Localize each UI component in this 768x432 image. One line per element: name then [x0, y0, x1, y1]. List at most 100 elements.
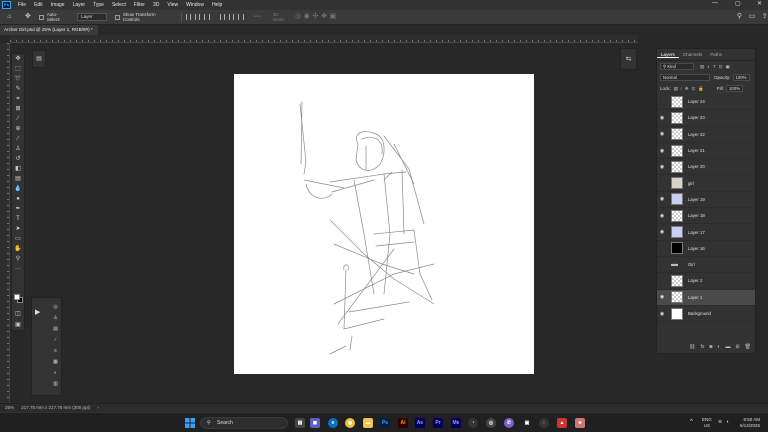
- home-icon[interactable]: ⌂: [6, 13, 13, 21]
- align-left-icon[interactable]: [185, 14, 192, 20]
- play-icon[interactable]: ▶: [35, 308, 40, 316]
- hand-tool-icon[interactable]: ✋: [12, 244, 24, 254]
- layer-row[interactable]: ◉ Layer 17: [657, 224, 755, 241]
- properties-panel-icon[interactable]: ⇆: [620, 48, 637, 70]
- windows-start-icon[interactable]: [185, 418, 195, 428]
- app-icon-7[interactable]: ♣: [575, 418, 585, 428]
- search-icon[interactable]: ⚲: [736, 13, 743, 21]
- layer-row[interactable]: Layer 24: [657, 94, 755, 111]
- more-options-icon[interactable]: ···: [254, 13, 261, 21]
- layer-style-icon[interactable]: fx: [700, 344, 704, 350]
- blur-tool-icon[interactable]: 💧: [12, 184, 24, 194]
- quick-mask-icon[interactable]: ◫: [12, 309, 24, 319]
- auto-select-checkbox[interactable]: [39, 14, 44, 20]
- illustrator-icon[interactable]: Ai: [398, 418, 408, 428]
- move-tool-icon[interactable]: ✥: [25, 13, 32, 21]
- layer-row[interactable]: ◉ Layer 23: [657, 110, 755, 127]
- app-icon-5[interactable]: ◌: [539, 418, 549, 428]
- visibility-eye-icon[interactable]: ◉: [657, 311, 667, 317]
- dodge-tool-icon[interactable]: ●: [12, 194, 24, 204]
- screen-mode-icon[interactable]: ▣: [12, 320, 24, 330]
- libraries-icon[interactable]: ▥: [50, 379, 61, 390]
- maximize-icon[interactable]: ▢: [735, 0, 741, 7]
- gradient-tool-icon[interactable]: ▤: [12, 174, 24, 184]
- history-panel-icon[interactable]: ▤: [32, 50, 46, 68]
- clone-stamp-tool-icon[interactable]: ♙: [12, 144, 24, 154]
- volume-icon[interactable]: ◖: [726, 419, 729, 425]
- align-center-icon[interactable]: [195, 14, 201, 20]
- menu-view[interactable]: View: [163, 2, 182, 8]
- type-tool-icon[interactable]: T: [12, 214, 24, 224]
- layer-row[interactable]: ◉ Layer 20: [657, 159, 755, 176]
- tab-layers[interactable]: Layers: [657, 52, 679, 58]
- app-icon-2[interactable]: ◎: [486, 418, 496, 428]
- visibility-eye-icon[interactable]: ◉: [657, 131, 667, 137]
- eraser-tool-icon[interactable]: ◧: [12, 164, 24, 174]
- menu-type[interactable]: Type: [89, 2, 108, 8]
- app-icon-6[interactable]: ▲: [557, 418, 567, 428]
- horizontal-ruler[interactable]: [10, 35, 638, 43]
- status-arrow-icon[interactable]: ›: [97, 405, 99, 410]
- layer-comps-icon[interactable]: ▤: [50, 324, 61, 335]
- after-effects-icon[interactable]: Ae: [415, 418, 425, 428]
- menu-edit[interactable]: Edit: [30, 2, 47, 8]
- layer-row[interactable]: ◉ Layer 19: [657, 192, 755, 209]
- 3d-scale-icon[interactable]: ▣: [329, 13, 336, 21]
- path-select-tool-icon[interactable]: ➤: [12, 224, 24, 234]
- task-view-icon[interactable]: ▤: [295, 418, 305, 428]
- fill-input[interactable]: 100%: [725, 85, 743, 92]
- layer-row[interactable]: Layer 2: [657, 273, 755, 290]
- move-tool-icon[interactable]: ✥: [12, 54, 24, 64]
- taskbar-search[interactable]: ⚲ Search: [200, 417, 288, 429]
- link-layers-icon[interactable]: ⛓: [689, 344, 695, 350]
- zoom-level[interactable]: 25%: [5, 405, 14, 410]
- photoshop-taskbar-icon[interactable]: Ps: [380, 418, 390, 428]
- menu-image[interactable]: Image: [47, 2, 69, 8]
- menu-select[interactable]: Select: [108, 2, 130, 8]
- visibility-eye-icon[interactable]: ◉: [657, 213, 667, 219]
- pen-tool-icon[interactable]: ✒: [12, 204, 24, 214]
- new-group-icon[interactable]: ▬: [725, 344, 730, 350]
- menu-file[interactable]: File: [14, 2, 30, 8]
- tab-paths[interactable]: Paths: [706, 52, 726, 57]
- media-encoder-icon[interactable]: Me: [451, 418, 461, 428]
- teams-icon[interactable]: ◼: [310, 418, 320, 428]
- layer-row[interactable]: ▬ Girl: [657, 257, 755, 274]
- visibility-eye-icon[interactable]: ◉: [657, 148, 667, 154]
- quick-select-tool-icon[interactable]: ✎: [12, 84, 24, 94]
- adjustment-layer-icon[interactable]: ◐: [717, 344, 720, 350]
- app-icon-4[interactable]: ▣: [522, 418, 532, 428]
- 3d-pan-icon[interactable]: ✣: [312, 13, 319, 21]
- lock-icons[interactable]: ▨∕✥⊡🔒: [674, 86, 707, 92]
- align-top-icon[interactable]: [219, 14, 226, 20]
- align-middle-icon[interactable]: [229, 14, 235, 20]
- foreground-color-swatch[interactable]: [14, 294, 20, 300]
- visibility-eye-icon[interactable]: ◉: [657, 229, 667, 235]
- crop-tool-icon[interactable]: ⌗: [12, 94, 24, 104]
- 3d-roll-icon[interactable]: ◉: [304, 13, 311, 21]
- shape-tool-icon[interactable]: ▭: [12, 234, 24, 244]
- show-transform-checkbox[interactable]: [115, 14, 120, 20]
- align-bottom-icon[interactable]: [238, 14, 244, 20]
- layer-row[interactable]: ◉ Layer 21: [657, 143, 755, 160]
- align-right-icon[interactable]: [204, 14, 210, 20]
- edit-toolbar-icon[interactable]: ···: [12, 264, 24, 274]
- 3d-slide-icon[interactable]: ❖: [321, 13, 328, 21]
- clock[interactable]: 8:50 AM 6/14/2025: [740, 417, 760, 429]
- share-icon[interactable]: ⇪: [761, 13, 768, 21]
- menu-filter[interactable]: Filter: [130, 2, 149, 8]
- vertical-ruler[interactable]: [0, 43, 10, 403]
- blend-mode-dropdown[interactable]: Normal: [660, 74, 710, 81]
- chrome-icon[interactable]: ◉: [345, 418, 355, 428]
- visibility-eye-icon[interactable]: ◉: [657, 196, 667, 202]
- layer-row[interactable]: Layer 16: [657, 241, 755, 257]
- premiere-icon[interactable]: Pr: [433, 418, 443, 428]
- photoshop-logo[interactable]: Ps: [2, 1, 11, 9]
- filter-type-icons[interactable]: ▨◐T⊡▣: [700, 64, 733, 70]
- app-icon-3[interactable]: ✆: [504, 418, 514, 428]
- zoom-tool-icon[interactable]: ⚲: [12, 254, 24, 264]
- menu-help[interactable]: Help: [208, 2, 226, 8]
- menu-3d[interactable]: 3D: [149, 2, 163, 8]
- document-canvas[interactable]: [234, 74, 534, 374]
- brush-tool-icon[interactable]: ∕: [12, 134, 24, 144]
